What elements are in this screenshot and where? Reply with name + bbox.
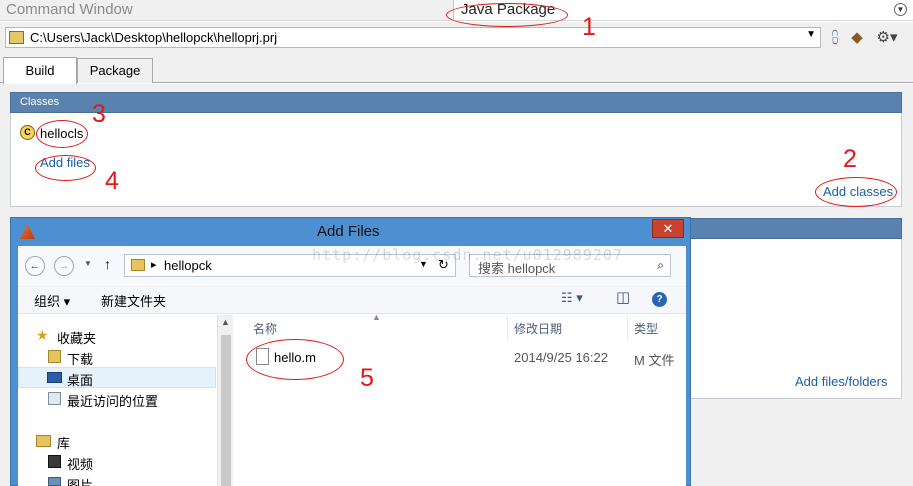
column-header-type[interactable]: 类型 — [634, 320, 658, 337]
folder-icon — [131, 259, 145, 271]
video-icon — [48, 455, 61, 468]
panel-menu-icon[interactable]: ▼ — [894, 3, 907, 16]
class-icon: C — [20, 125, 35, 140]
up-arrow-icon[interactable]: ↑ — [104, 256, 111, 272]
annotation-ellipse — [36, 120, 88, 148]
nav-pane-scrollbar[interactable]: ▲ — [217, 315, 233, 486]
classes-header-label: Classes — [20, 96, 60, 108]
project-file-icon — [9, 31, 24, 44]
organize-button[interactable]: 组织 ▾ — [34, 291, 70, 310]
nav-item-downloads[interactable]: 下载 — [67, 349, 93, 368]
annotation-ellipse — [35, 155, 96, 181]
help-icon[interactable]: ? — [652, 292, 667, 307]
nav-item-recent[interactable]: 最近访问的位置 — [67, 391, 158, 410]
classes-header: Classes — [10, 92, 902, 113]
matlab-logo-icon — [20, 224, 35, 239]
build-icon[interactable]: ⩉ — [826, 29, 844, 47]
new-folder-button[interactable]: 新建文件夹 — [101, 291, 166, 310]
breadcrumb-hellopck[interactable]: hellopck — [164, 258, 212, 273]
annotation-ellipse — [446, 3, 568, 27]
chevron-down-icon[interactable]: ▼ — [806, 29, 816, 40]
gear-icon[interactable]: ⚙▾ — [874, 29, 900, 47]
back-icon[interactable]: ← — [25, 256, 45, 276]
classes-area[interactable] — [10, 113, 902, 207]
watermark: http://blog.csdn.net/u012989207 — [312, 246, 623, 264]
annotation-number: 4 — [105, 167, 119, 195]
dialog-title: Add Files — [317, 223, 380, 240]
nav-item-libraries[interactable]: 库 — [57, 433, 70, 452]
add-files-folders-link[interactable]: Add files/folders — [795, 374, 888, 389]
nav-item-desktop[interactable]: 桌面 — [67, 370, 93, 389]
tab-build[interactable]: Build — [3, 57, 77, 85]
project-path: C:\Users\Jack\Desktop\hellopck\helloprj.… — [30, 30, 278, 45]
column-header-date[interactable]: 修改日期 — [514, 320, 562, 337]
nav-item-videos[interactable]: 视频 — [67, 454, 93, 473]
annotation-ellipse — [815, 177, 897, 207]
dialog-titlebar[interactable]: Add Files — [11, 218, 690, 246]
command-window-title: Command Window — [6, 1, 133, 18]
annotation-number: 5 — [360, 364, 374, 392]
column-divider[interactable] — [627, 316, 628, 340]
annotation-number: 2 — [843, 145, 857, 173]
tab-package[interactable]: Package — [77, 58, 153, 83]
package-icon[interactable]: ◆ — [848, 29, 866, 47]
recent-places-icon — [48, 392, 61, 405]
forward-icon[interactable]: → — [54, 256, 74, 276]
recent-dropdown-icon[interactable]: ▼ — [84, 259, 92, 268]
scroll-up-icon[interactable]: ▲ — [221, 317, 230, 327]
library-icon — [36, 435, 51, 447]
pictures-icon — [48, 477, 61, 486]
project-path-field[interactable]: C:\Users\Jack\Desktop\hellopck\helloprj.… — [5, 27, 821, 48]
search-icon[interactable]: ⌕ — [657, 258, 664, 273]
annotation-number: 3 — [92, 100, 106, 128]
preview-pane-icon[interactable]: ◫ — [616, 288, 630, 306]
nav-item-pictures[interactable]: 图片 — [67, 475, 93, 486]
download-folder-icon — [48, 350, 61, 363]
scrollbar-thumb[interactable] — [221, 335, 231, 486]
column-header-name[interactable]: 名称 — [253, 320, 277, 337]
annotation-ellipse — [246, 339, 344, 380]
column-divider[interactable] — [507, 316, 508, 340]
nav-item-favorites[interactable]: 收藏夹 — [57, 328, 96, 347]
file-type: M 文件 — [634, 353, 675, 368]
command-window-titlebar[interactable]: Command Window — [0, 0, 453, 21]
breadcrumb-separator-icon[interactable]: ▸ — [151, 258, 157, 271]
sort-ascending-icon: ▲ — [372, 312, 381, 322]
star-icon: ★ — [36, 327, 49, 343]
view-options-icon[interactable]: ☷ ▾ — [561, 290, 583, 306]
dialog-close-button[interactable]: ✕ — [652, 219, 684, 238]
desktop-icon — [47, 372, 62, 383]
file-modified-date: 2014/9/25 16:22 — [514, 350, 608, 365]
annotation-number: 1 — [582, 13, 596, 41]
